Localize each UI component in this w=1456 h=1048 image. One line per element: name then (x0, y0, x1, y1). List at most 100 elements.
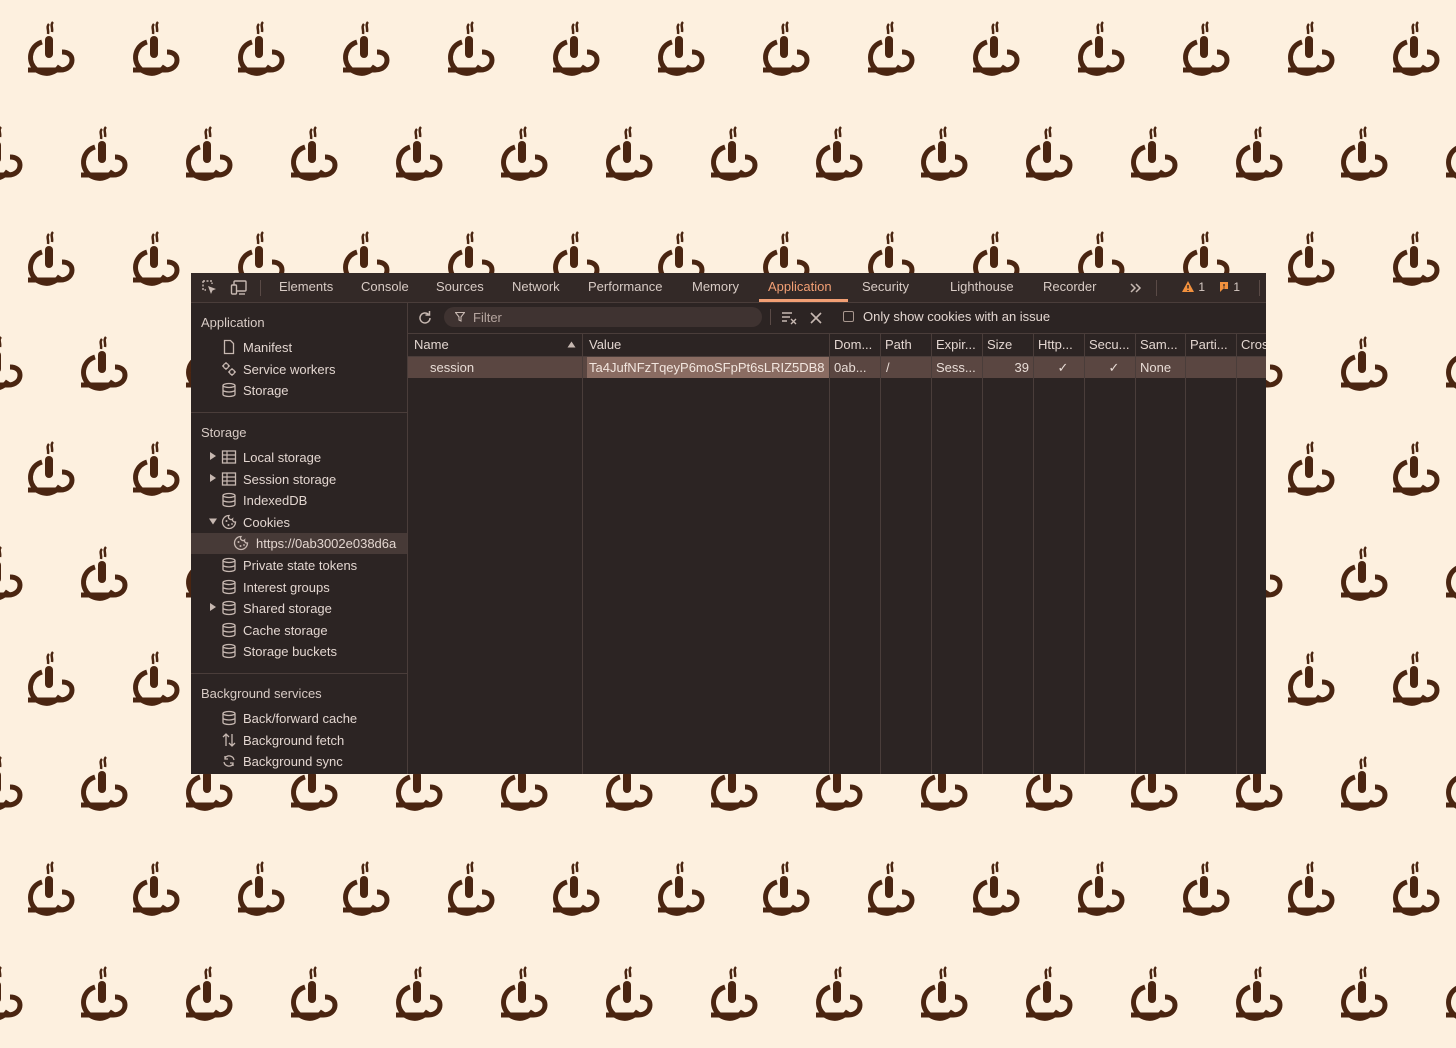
column-header-domain[interactable]: Dom... (834, 334, 880, 356)
toolbar-separator (260, 280, 261, 296)
column-header-value[interactable]: Value (589, 334, 829, 356)
tab-network[interactable]: Network (512, 273, 560, 302)
sidebar-item-interest-groups[interactable]: Interest groups (191, 577, 407, 598)
sidebar-item-indexeddb[interactable]: IndexedDB (191, 490, 407, 511)
clear-filtered-cookies-icon[interactable] (780, 309, 798, 327)
column-header-samesite[interactable]: Sam... (1140, 334, 1186, 356)
coffee-cup-icon (81, 547, 125, 598)
coffee-cup-icon (28, 652, 72, 703)
sidebar-item-storage-buckets[interactable]: Storage buckets (191, 641, 407, 662)
issues-count: 1 (1233, 280, 1241, 294)
sidebar-item-service-workers[interactable]: Service workers (191, 359, 407, 380)
warnings-badge[interactable]: 1 (1181, 273, 1205, 302)
sidebar-item-back-forward-cache[interactable]: Back/forward cache (191, 708, 407, 729)
coffee-cup-icon (973, 862, 1017, 913)
sidebar-item-background-fetch[interactable]: Background fetch (191, 730, 407, 751)
coffee-cup-icon (501, 967, 545, 1018)
filter-placeholder: Filter (473, 310, 502, 325)
sync-icon (223, 755, 235, 767)
sidebar-item-label: Service workers (243, 362, 336, 377)
sidebar-item-shared-storage[interactable]: Shared storage (191, 598, 407, 619)
device-toolbar-icon[interactable] (230, 279, 248, 297)
column-divider[interactable] (880, 334, 881, 774)
column-header-httponly[interactable]: Http... (1038, 334, 1084, 356)
coffee-cup-icon (238, 22, 282, 73)
tab-console[interactable]: Console (361, 273, 409, 302)
coffee-cup-icon (921, 967, 965, 1018)
database-icon (222, 710, 236, 726)
sidebar-item-session-storage[interactable]: Session storage (191, 469, 407, 490)
expand-arrow-icon[interactable] (209, 451, 217, 461)
coffee-cup-icon (1183, 22, 1227, 73)
column-divider[interactable] (829, 334, 830, 774)
tab-sources[interactable]: Sources (436, 273, 484, 302)
only-issues-label: Only show cookies with an issue (863, 309, 1051, 324)
cell-expires: Sess... (936, 360, 976, 375)
sidebar-item-cookies[interactable]: Cookies (191, 512, 407, 533)
column-divider[interactable] (1033, 334, 1034, 774)
column-divider[interactable] (1185, 334, 1186, 774)
column-header-expires[interactable]: Expir... (936, 334, 982, 356)
column-divider[interactable] (582, 334, 583, 774)
tab-lighthouse[interactable]: Lighthouse (950, 273, 1014, 302)
filter-funnel-icon (455, 312, 465, 322)
delete-selected-close-icon[interactable] (808, 310, 824, 326)
collapse-arrow-icon[interactable] (209, 516, 217, 526)
inspect-element-icon[interactable] (201, 279, 219, 297)
sidebar-item-private-state-tokens[interactable]: Private state tokens (191, 555, 407, 576)
column-divider[interactable] (1084, 334, 1085, 774)
column-divider[interactable] (1236, 334, 1237, 774)
coffee-cup-icon (1446, 757, 1456, 808)
coffee-cup-icon (1078, 22, 1122, 73)
devtools-window: Elements Console Sources Network Perform… (191, 273, 1266, 774)
coffee-cup-icon (28, 862, 72, 913)
coffee-cup-icon (973, 22, 1017, 73)
column-header-name[interactable]: Name (414, 334, 564, 356)
cell-value[interactable]: Ta4JufNFzTqeyP6moSFpPt6sLRIZ5DB8 (587, 357, 829, 378)
column-header-cross-site[interactable]: Cros (1241, 334, 1266, 356)
sidebar-heading-storage: Storage (201, 425, 247, 440)
tab-security[interactable]: Security (862, 273, 909, 302)
coffee-cup-icon (1341, 127, 1385, 178)
tab-performance[interactable]: Performance (588, 273, 662, 302)
coffee-cup-icon (1026, 127, 1070, 178)
table-header: Name Value Dom... Path Expir... Size Htt… (408, 334, 1266, 357)
column-header-partition-key[interactable]: Parti... (1190, 334, 1236, 356)
issues-badge[interactable]: 1 (1218, 273, 1240, 302)
chevron-double-right-icon[interactable] (1127, 279, 1145, 297)
sidebar-item-cookie-origin[interactable]: https://0ab3002e038d6a (191, 533, 407, 554)
sidebar-item-storage[interactable]: Storage (191, 380, 407, 401)
tab-application[interactable]: Application (768, 273, 832, 302)
table-row[interactable]: session Ta4JufNFzTqeyP6moSFpPt6sLRIZ5DB8… (408, 357, 1266, 378)
expand-arrow-icon[interactable] (209, 602, 217, 612)
column-header-secure[interactable]: Secu... (1089, 334, 1135, 356)
coffee-cup-icon (0, 127, 20, 178)
column-divider[interactable] (982, 334, 983, 774)
coffee-cup-icon (1131, 127, 1175, 178)
coffee-cup-icon (448, 862, 492, 913)
column-divider[interactable] (931, 334, 932, 774)
coffee-cup-icon (1341, 337, 1385, 388)
expand-arrow-icon[interactable] (209, 473, 217, 483)
devtools-tab-bar: Elements Console Sources Network Perform… (191, 273, 1266, 303)
sidebar-item-background-sync[interactable]: Background sync (191, 751, 407, 772)
table-icon (221, 472, 237, 486)
sidebar-item-label: Storage (243, 383, 289, 398)
filter-input[interactable]: Filter (444, 307, 762, 327)
refresh-icon[interactable] (416, 309, 434, 327)
only-issues-checkbox[interactable] (843, 311, 854, 322)
coffee-cup-icon (553, 862, 597, 913)
tab-recorder[interactable]: Recorder (1043, 273, 1096, 302)
tab-elements[interactable]: Elements (279, 273, 333, 302)
sidebar-item-manifest[interactable]: Manifest (191, 337, 407, 358)
column-header-size[interactable]: Size (987, 334, 1033, 356)
column-header-path[interactable]: Path (885, 334, 931, 356)
coffee-cup-icon (1393, 442, 1437, 493)
sidebar-item-local-storage[interactable]: Local storage (191, 447, 407, 468)
coffee-cup-icon (133, 22, 177, 73)
sidebar-item-cache-storage[interactable]: Cache storage (191, 620, 407, 641)
tab-memory[interactable]: Memory (692, 273, 739, 302)
coffee-cup-icon (28, 232, 72, 283)
column-divider[interactable] (1135, 334, 1136, 774)
sidebar-item-label: IndexedDB (243, 493, 308, 508)
